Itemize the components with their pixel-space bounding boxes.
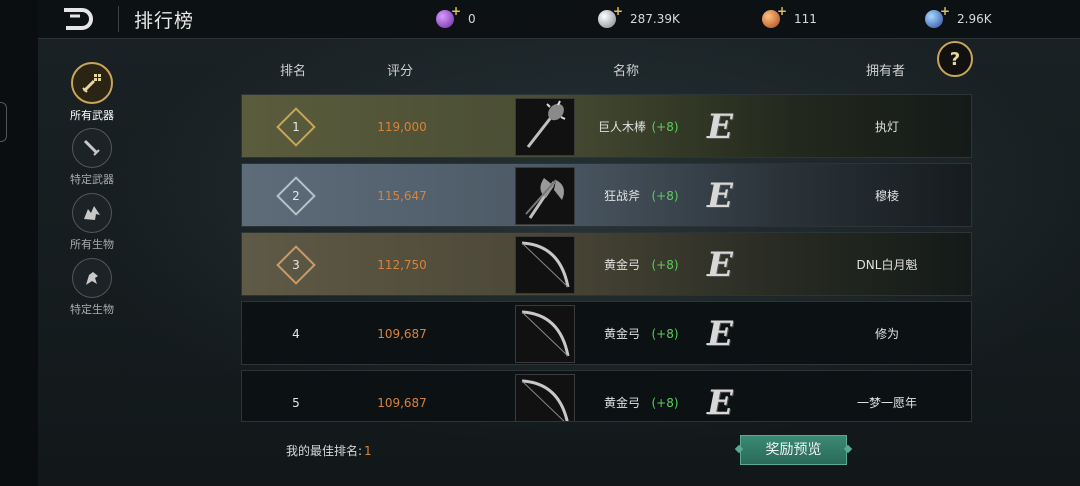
score-value: 109,687 [377, 396, 427, 410]
bow-icon [515, 374, 575, 421]
currency-blue[interactable]: + 2.96K [925, 4, 992, 30]
creature-group-icon [72, 193, 112, 233]
enhance-level: (+8) [651, 189, 679, 203]
bow-icon [515, 236, 575, 294]
sword-grid-icon [71, 62, 113, 104]
enhance-level: (+8) [651, 327, 679, 341]
page-title: 排行榜 [134, 10, 195, 32]
owner-name: 一梦一愿年 [856, 396, 917, 410]
owner-name: DNL白月魁 [856, 258, 918, 272]
reward-preview-button[interactable]: 奖励预览 [740, 435, 847, 465]
owner-name: 穆棱 [874, 189, 899, 203]
axe-icon [515, 167, 575, 225]
rank-badge-bronze: 3 [274, 243, 318, 287]
back-icon[interactable] [60, 6, 98, 32]
score-value: 112,750 [377, 258, 427, 272]
best-rank: 我的最佳排名: 1 [286, 442, 372, 459]
table-row[interactable]: 5 109,687 黄金弓 (+8) E 一梦一愿年 [241, 370, 972, 422]
table-row[interactable]: 3 112,750 黄金弓 (+8) E DNL白月魁 [241, 232, 972, 296]
header-name: 名称 [613, 64, 640, 79]
grade-badge: E [707, 107, 733, 147]
enhance-level: (+8) [651, 120, 679, 134]
enhance-level: (+8) [651, 258, 679, 272]
creature-icon [72, 258, 112, 298]
currency-silver[interactable]: + 287.39K [598, 4, 680, 30]
club-icon [515, 98, 575, 156]
owner-name: 执灯 [874, 120, 899, 134]
table-row[interactable]: 1 119,000 巨人木棒 (+8) E 执灯 [241, 94, 972, 158]
top-bar [38, 0, 1080, 39]
score-value: 115,647 [377, 189, 427, 203]
sidebar-item-all-weapons[interactable]: 所有武器 [52, 62, 132, 123]
header-owner: 拥有者 [866, 64, 906, 79]
rank-badge-gold: 1 [274, 105, 318, 149]
score-value: 109,687 [377, 327, 427, 341]
currency-purple[interactable]: + 0 [436, 4, 476, 30]
rank-number: 4 [292, 327, 300, 341]
best-rank-label: 我的最佳排名: [286, 444, 363, 458]
best-rank-value: 1 [364, 444, 372, 458]
purple-gem-icon: + [436, 4, 461, 28]
grade-badge: E [707, 176, 733, 216]
bow-icon [515, 305, 575, 363]
orange-crystal-icon: + [762, 4, 787, 28]
rank-badge-silver: 2 [274, 174, 318, 218]
table-row[interactable]: 2 115,647 狂战斧 (+8) E 穆棱 [241, 163, 972, 227]
owner-name: 修为 [874, 327, 899, 341]
left-edge [0, 0, 38, 486]
score-value: 119,000 [377, 120, 427, 134]
currency-orange[interactable]: + 111 [762, 4, 817, 30]
table-row[interactable]: 4 109,687 黄金弓 (+8) E 修为 [241, 301, 972, 365]
grade-badge: E [707, 383, 733, 422]
header-rank: 排名 [280, 64, 307, 79]
side-handle[interactable] [0, 102, 7, 142]
sidebar-item-specific-weapon[interactable]: 特定武器 [52, 128, 132, 187]
enhance-level: (+8) [651, 396, 679, 410]
grade-badge: E [707, 245, 733, 285]
grade-badge: E [707, 314, 733, 354]
header-score: 评分 [387, 64, 414, 79]
rank-number: 5 [292, 396, 300, 410]
blue-orb-icon: + [925, 4, 950, 28]
help-button[interactable]: ? [937, 41, 973, 77]
sidebar-item-specific-creature[interactable]: 特定生物 [52, 258, 132, 317]
silver-coin-icon: + [598, 4, 623, 28]
sword-icon [72, 128, 112, 168]
title-divider [118, 6, 119, 32]
sidebar-item-all-creatures[interactable]: 所有生物 [52, 193, 132, 252]
